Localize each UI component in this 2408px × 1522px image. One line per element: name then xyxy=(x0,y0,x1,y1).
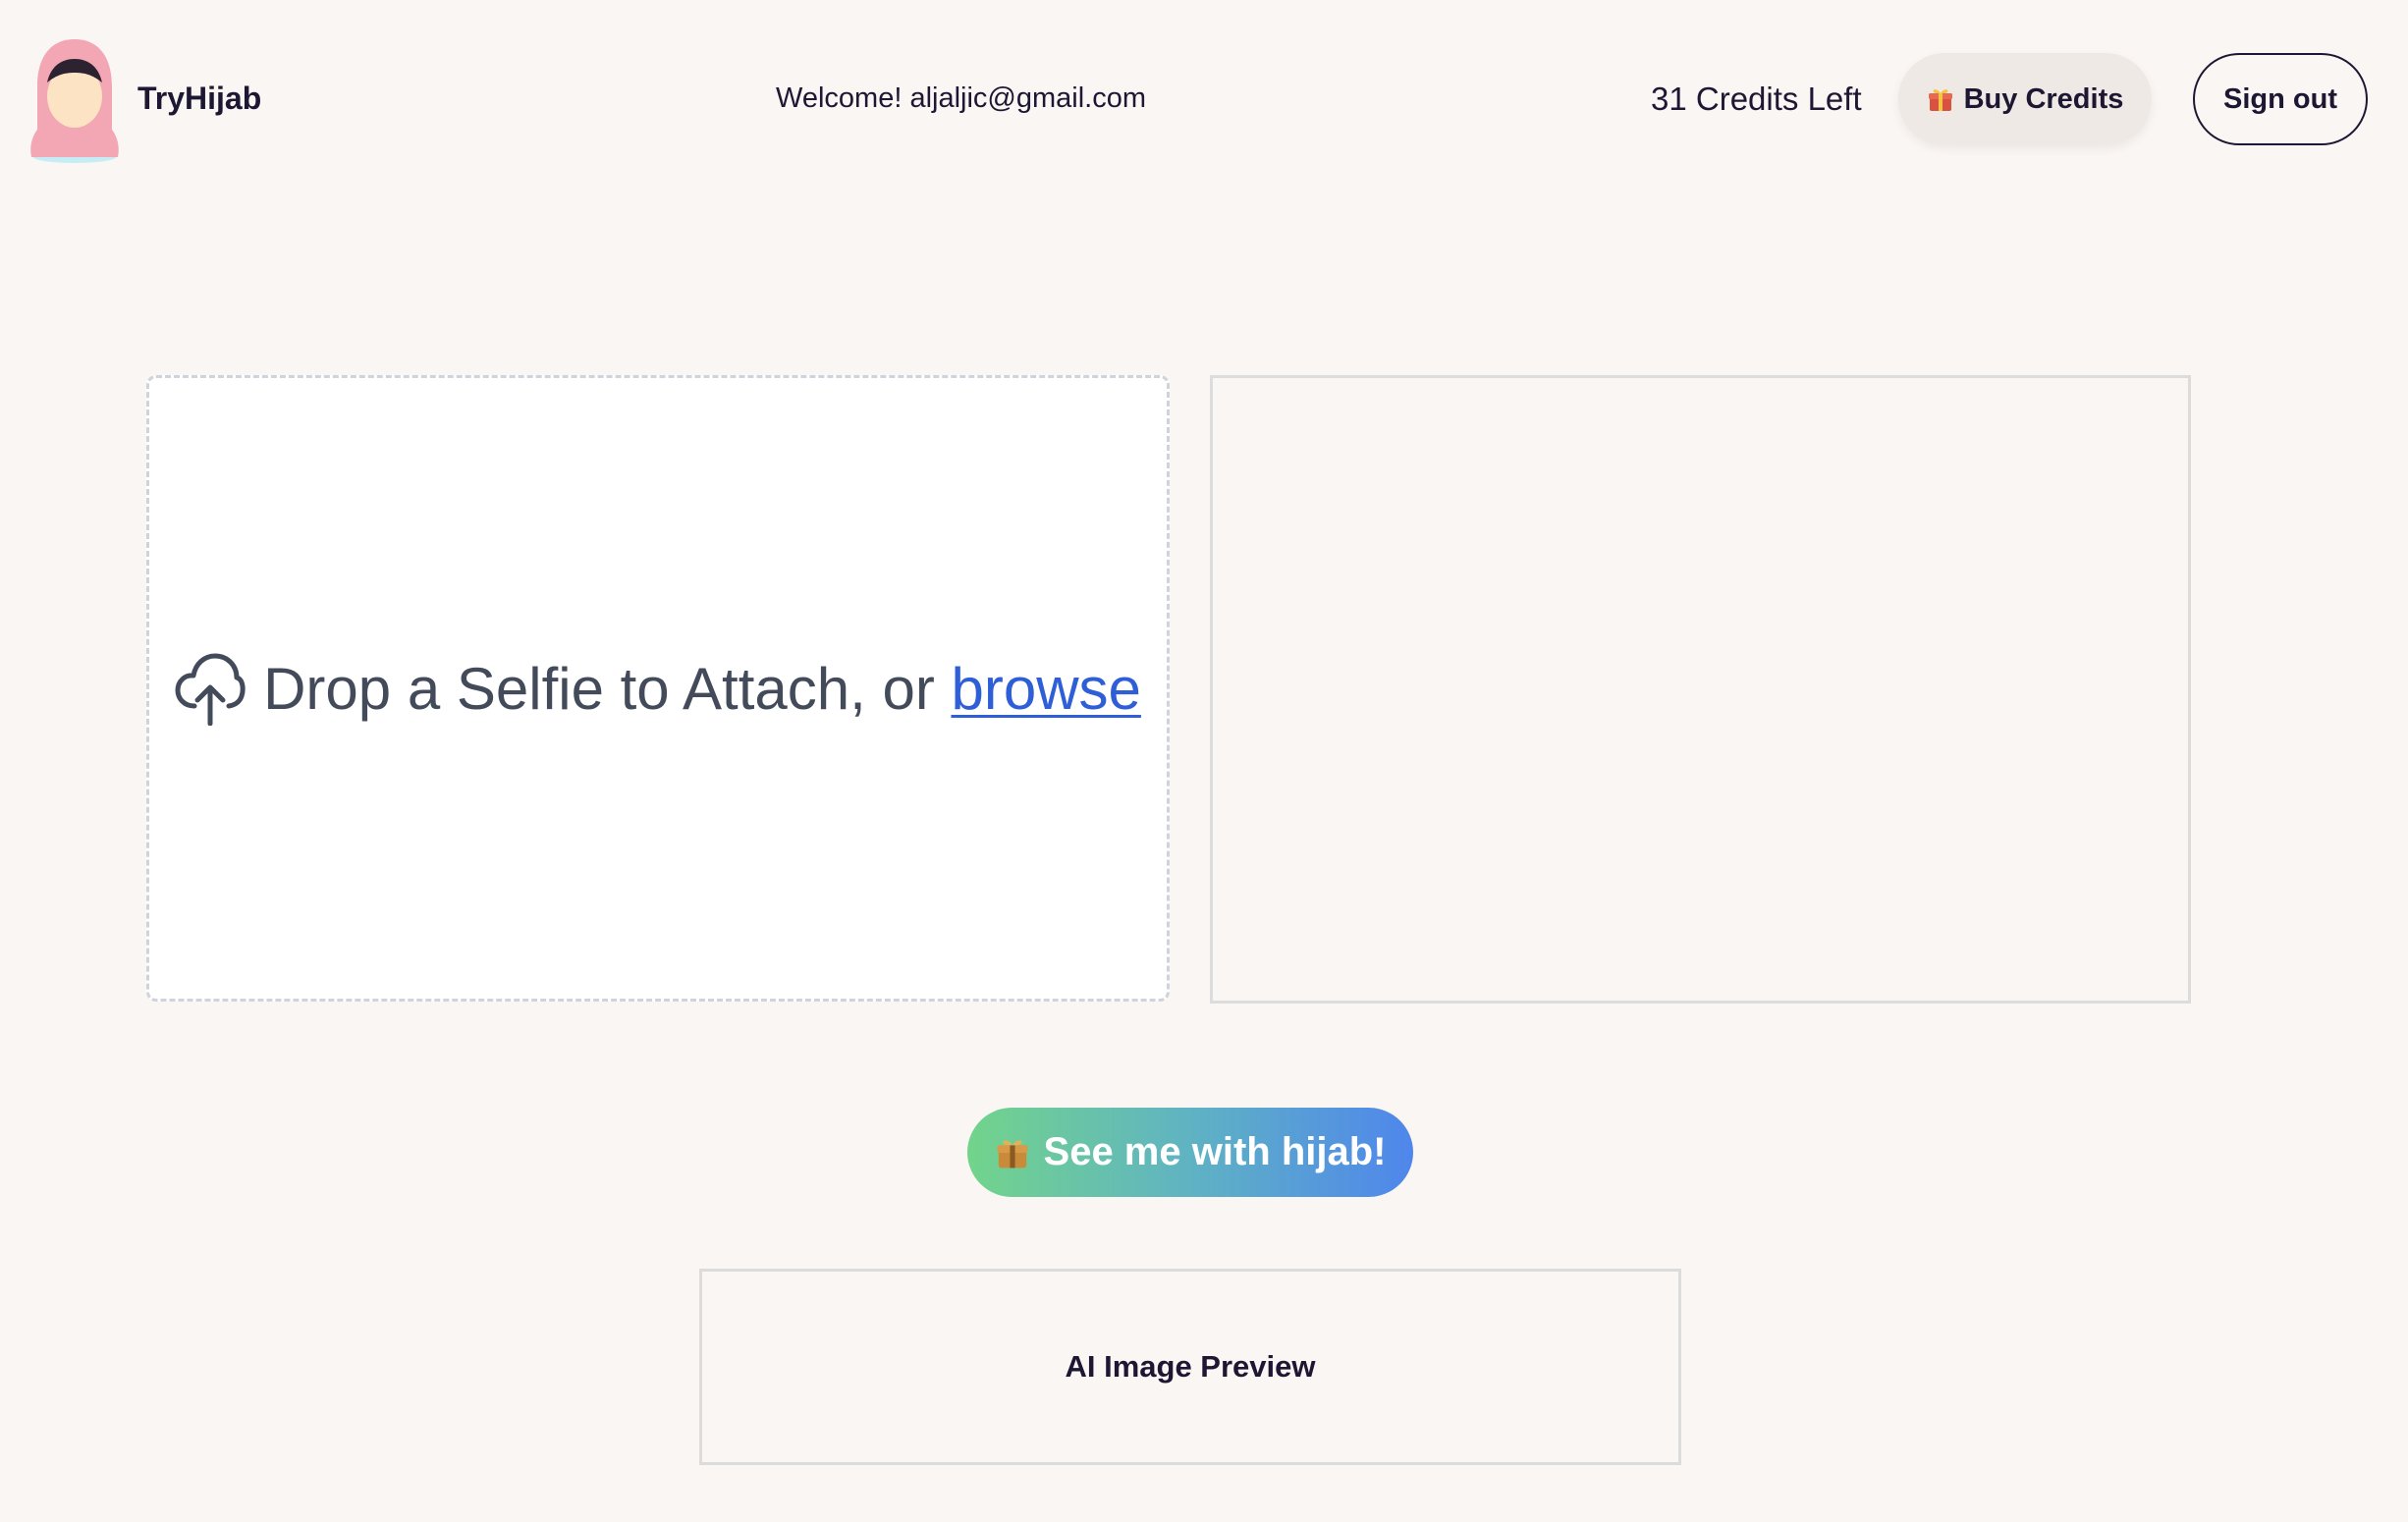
ai-image-preview-label: AI Image Preview xyxy=(1065,1349,1316,1384)
buy-credits-label: Buy Credits xyxy=(1963,82,2124,115)
selfie-preview-panel xyxy=(1210,375,2191,1004)
gift-icon xyxy=(997,1139,1027,1168)
see-me-with-hijab-button[interactable]: See me with hijab! xyxy=(967,1108,1413,1197)
logo-icon xyxy=(30,39,119,163)
dropzone-prompt-text: Drop a Selfie to Attach, or xyxy=(263,655,952,722)
page: TryHijab Welcome! aljaljic@gmail.com 31 … xyxy=(0,0,2408,1522)
dropzone-prompt: Drop a Selfie to Attach, or browse xyxy=(263,655,1141,723)
sign-out-label: Sign out xyxy=(2223,82,2337,115)
browse-link[interactable]: browse xyxy=(951,656,1140,722)
welcome-message: Welcome! aljaljic@gmail.com xyxy=(776,82,1146,114)
brand-name: TryHijab xyxy=(137,81,262,116)
sign-out-button[interactable]: Sign out xyxy=(2193,53,2368,145)
cta-label: See me with hijab! xyxy=(1043,1130,1387,1173)
buy-credits-button[interactable]: Buy Credits xyxy=(1898,53,2152,145)
ai-image-preview: AI Image Preview xyxy=(699,1269,1681,1465)
gift-icon xyxy=(1928,89,1952,111)
cloud-upload-icon xyxy=(175,653,246,726)
selfie-dropzone[interactable]: Drop a Selfie to Attach, or browse xyxy=(146,375,1170,1002)
credits-count: 31 Credits Left xyxy=(1651,81,1862,117)
